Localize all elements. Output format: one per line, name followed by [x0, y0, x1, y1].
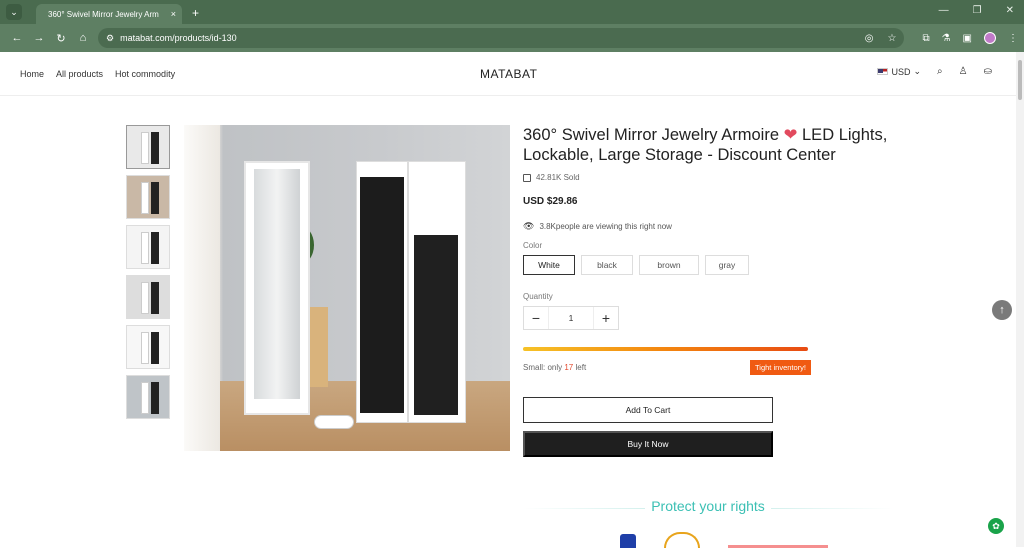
site-info-icon[interactable]: ⚙	[106, 33, 114, 44]
url-text[interactable]: matabat.com/products/id-130	[120, 33, 865, 43]
color-option-black[interactable]: black	[581, 255, 633, 275]
back-icon[interactable]: ←	[6, 32, 28, 44]
us-flag-icon	[877, 68, 889, 75]
browser-tab[interactable]: 360° Swivel Mirror Jewelry Arm ×	[36, 4, 182, 24]
nav-hot-commodity[interactable]: Hot commodity	[115, 69, 175, 79]
profile-avatar[interactable]	[984, 32, 996, 44]
viewers-notice: 👁 3.8Kpeople are viewing this right now	[523, 221, 903, 232]
account-icon[interactable]: ♙	[959, 66, 968, 77]
window-controls: — ❐ ✕	[939, 5, 1014, 16]
labs-icon[interactable]: ⚗	[942, 33, 951, 44]
buy-now-button[interactable]: Buy It Now	[523, 431, 773, 457]
browser-menu-icon[interactable]: ⋮	[1008, 33, 1018, 44]
quantity-input[interactable]: 1	[548, 307, 594, 329]
color-options: White black brown gray	[523, 255, 903, 275]
color-label: Color	[523, 241, 543, 250]
shield-badge-icon	[620, 534, 636, 548]
thumbnail-6[interactable]	[126, 375, 170, 419]
bag-icon	[523, 173, 531, 182]
search-icon[interactable]: ⌕	[937, 66, 943, 77]
sold-count: 42.81K Sold	[523, 173, 903, 182]
reload-icon[interactable]: ↻	[50, 32, 72, 45]
support-chat-icon[interactable]: ✿	[988, 518, 1004, 534]
stock-progress-bar	[523, 347, 808, 351]
tab-title: 360° Swivel Mirror Jewelry Arm	[48, 9, 159, 19]
address-bar[interactable]: ⚙ matabat.com/products/id-130 ◎ ☆	[98, 28, 905, 48]
thumbnail-list	[126, 125, 170, 419]
increase-quantity-button[interactable]: +	[594, 307, 618, 329]
site-header: Home All products Hot commodity MATABAT …	[0, 52, 1016, 96]
thumbnail-4[interactable]	[126, 275, 170, 319]
close-window-icon[interactable]: ✕	[1006, 5, 1014, 16]
protect-rights-heading: Protect your rights	[523, 498, 893, 514]
stock-row: Small: only 17 left Tight inventory!	[523, 360, 811, 375]
home-icon[interactable]: ⌂	[72, 32, 94, 44]
thumbnail-1[interactable]	[126, 125, 170, 169]
color-option-white[interactable]: White	[523, 255, 575, 275]
restore-icon[interactable]: ❐	[973, 5, 982, 16]
trust-badges	[620, 532, 828, 548]
close-tab-icon[interactable]: ×	[171, 9, 176, 19]
thumbnail-2[interactable]	[126, 175, 170, 219]
nav-home[interactable]: Home	[20, 69, 44, 79]
product-title-main: 360° Swivel Mirror Jewelry Armoire	[523, 126, 779, 144]
coin-badge-icon	[664, 532, 700, 548]
thumbnail-3[interactable]	[126, 225, 170, 269]
tracking-eye-icon[interactable]: ◎	[865, 33, 874, 44]
stock-count: 17	[564, 363, 574, 372]
site-logo[interactable]: MATABAT	[480, 67, 538, 81]
heart-icon: ❤	[779, 126, 798, 144]
sidepanel-icon[interactable]: ▣	[963, 33, 972, 44]
eye-icon: 👁	[523, 221, 535, 231]
chevron-down-icon: ⌄	[913, 66, 922, 76]
product-price: USD $29.86	[523, 196, 578, 207]
browser-tabbar: ⌄ 360° Swivel Mirror Jewelry Arm × + — ❐…	[0, 0, 1024, 24]
quantity-label: Quantity	[523, 292, 553, 301]
currency-label: USD	[891, 66, 911, 77]
product-info: 360° Swivel Mirror Jewelry Armoire ❤ LED…	[523, 125, 903, 457]
viewers-text: 3.8Kpeople are viewing this right now	[539, 222, 672, 231]
bookmark-star-icon[interactable]: ☆	[887, 33, 896, 44]
extensions-icon[interactable]: ⧉	[922, 33, 929, 44]
scroll-to-top-button[interactable]: ↑	[992, 300, 1012, 320]
currency-selector[interactable]: USD ⌄	[877, 66, 921, 77]
forward-icon[interactable]: →	[28, 32, 50, 44]
web-page: Home All products Hot commodity MATABAT …	[0, 52, 1016, 548]
browser-toolbar: ← → ↻ ⌂ ⚙ matabat.com/products/id-130 ◎ …	[0, 24, 1024, 52]
product-main-image[interactable]	[184, 125, 510, 451]
main-nav: Home All products Hot commodity	[20, 69, 175, 79]
product-title: 360° Swivel Mirror Jewelry Armoire ❤ LED…	[523, 125, 903, 165]
add-to-cart-button[interactable]: Add To Cart	[523, 397, 773, 423]
sold-text: 42.81K Sold	[536, 173, 580, 182]
page-scrollbar[interactable]	[1016, 52, 1024, 547]
thumbnail-5[interactable]	[126, 325, 170, 369]
color-option-brown[interactable]: brown	[639, 255, 699, 275]
nav-all-products[interactable]: All products	[56, 69, 103, 79]
minimize-icon[interactable]: —	[939, 5, 949, 16]
stock-text: Small: only 17 left	[523, 363, 587, 372]
quantity-stepper: − 1 +	[523, 306, 619, 330]
tab-search-icon[interactable]: ⌄	[6, 4, 22, 20]
tight-inventory-badge: Tight inventory!	[750, 360, 811, 375]
color-option-gray[interactable]: gray	[705, 255, 749, 275]
cart-icon[interactable]: ⛀	[984, 66, 992, 77]
decrease-quantity-button[interactable]: −	[524, 307, 548, 329]
new-tab-button[interactable]: +	[192, 6, 199, 20]
